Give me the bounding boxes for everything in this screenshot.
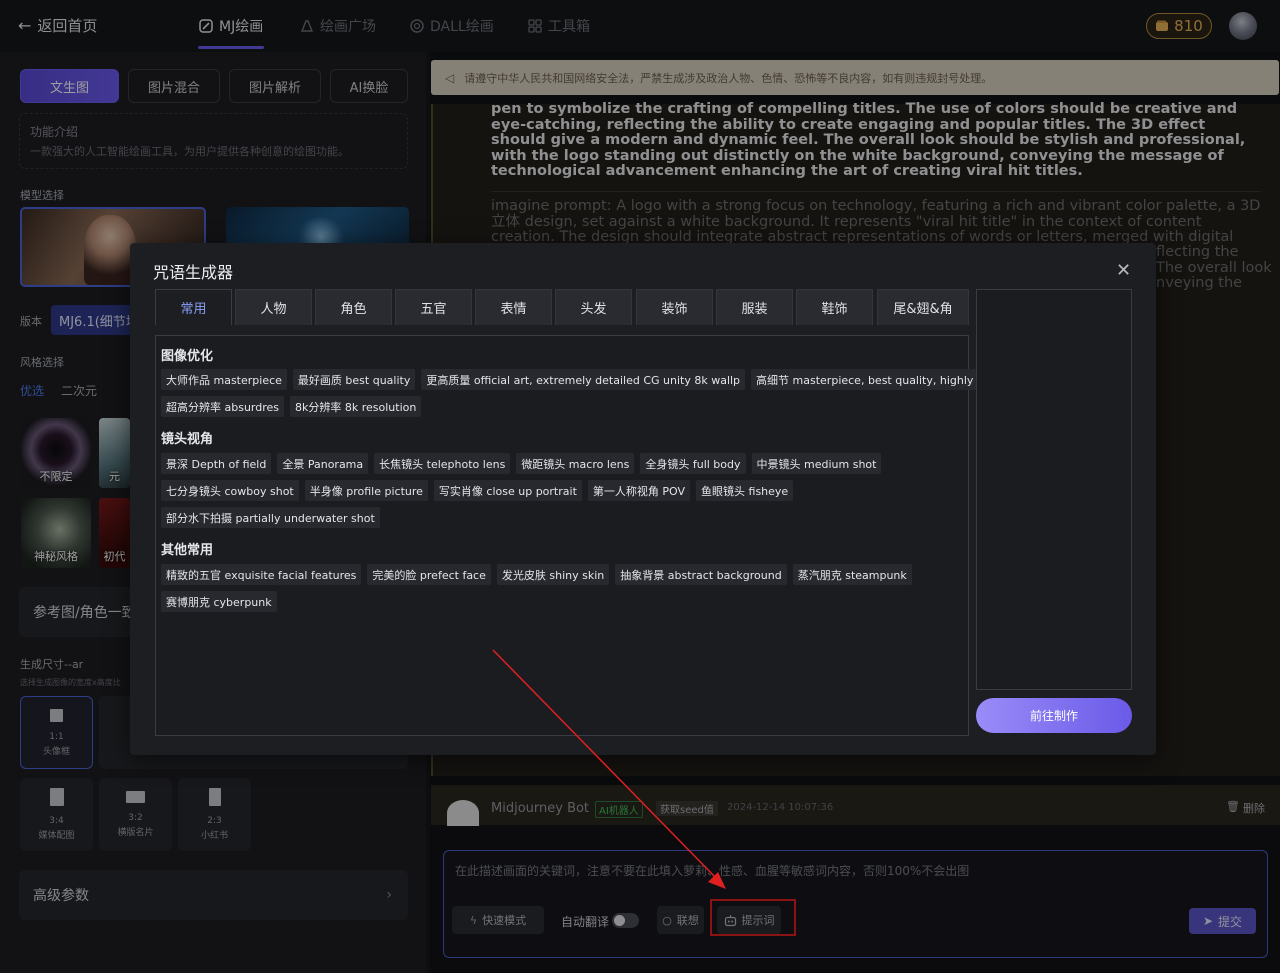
prompt-tag[interactable]: 大师作品 masterpiece — [161, 369, 287, 390]
category-tab[interactable]: 尾&翅&角 — [877, 289, 969, 325]
prompt-tag[interactable]: 中景镜头 medium shot — [751, 453, 882, 474]
modal-title: 咒语生成器 — [153, 263, 234, 282]
prompt-tag[interactable]: 发光皮肤 shiny skin — [496, 564, 610, 585]
prompt-tag[interactable]: 8k分辨率 8k resolution — [290, 396, 422, 417]
prompt-tag[interactable]: 完美的脸 prefect face — [367, 564, 491, 585]
category-tab[interactable]: 鞋饰 — [796, 289, 873, 325]
tag-row: 赛博朋克 cyberpunk — [161, 591, 277, 612]
category-tab[interactable]: 服装 — [716, 289, 793, 325]
tag-row: 超高分辨率 absurdres 8k分辨率 8k resolution — [161, 396, 422, 417]
prompt-tag[interactable]: 更高质量 official art, extremely detailed CG… — [421, 369, 746, 390]
category-tab[interactable]: 人物 — [235, 289, 312, 325]
prompt-tag[interactable]: 半身像 profile picture — [304, 480, 428, 501]
prompt-tag[interactable]: 写实肖像 close up portrait — [433, 480, 582, 501]
section-title: 其他常用 — [161, 543, 214, 558]
prompt-tag[interactable]: 微距镜头 macro lens — [516, 453, 635, 474]
category-tab[interactable]: 角色 — [315, 289, 392, 325]
tag-row: 七分身镜头 cowboy shot 半身像 profile picture 写实肖像… — [161, 480, 794, 501]
prompt-tag[interactable]: 抽象背景 abstract background — [615, 564, 787, 585]
prompt-tag[interactable]: 景深 Depth of field — [161, 453, 272, 474]
tag-row: 大师作品 masterpiece 最好画质 best quality 更高质量 of… — [161, 369, 1027, 390]
prompt-tag[interactable]: 最好画质 best quality — [292, 369, 416, 390]
category-tab[interactable]: 头发 — [555, 289, 632, 325]
close-icon[interactable]: ✕ — [1116, 260, 1131, 281]
tag-row: 景深 Depth of field 全景 Panorama 长焦镜头 telepho… — [161, 453, 882, 474]
prompt-tag[interactable]: 全景 Panorama — [277, 453, 369, 474]
prompt-tag[interactable]: 部分水下拍摄 partially underwater shot — [161, 507, 380, 528]
prompt-tag[interactable]: 赛博朋克 cyberpunk — [161, 591, 277, 612]
category-tab[interactable]: 表情 — [475, 289, 552, 325]
tag-row: 精致的五官 exquisite facial features 完美的脸 pref… — [161, 564, 912, 585]
prompt-tag[interactable]: 鱼眼镜头 fisheye — [696, 480, 794, 501]
category-tab[interactable]: 装饰 — [636, 289, 713, 325]
category-tab[interactable]: 五官 — [395, 289, 472, 325]
prompt-preview-box[interactable] — [976, 289, 1132, 690]
prompt-tag[interactable]: 七分身镜头 cowboy shot — [161, 480, 299, 501]
prompt-tag[interactable]: 长焦镜头 telephoto lens — [374, 453, 511, 474]
section-title: 图像优化 — [161, 349, 214, 364]
prompt-tag[interactable]: 精致的五官 exquisite facial features — [161, 564, 362, 585]
category-tab[interactable]: 常用 — [155, 289, 232, 325]
prompt-tag[interactable]: 第一人称视角 POV — [587, 480, 691, 501]
tag-row: 部分水下拍摄 partially underwater shot — [161, 507, 380, 528]
go-create-button[interactable]: 前往制作 — [976, 698, 1132, 733]
prompt-tag[interactable]: 超高分辨率 absurdres — [161, 396, 285, 417]
prompt-tag[interactable]: 全身镜头 full body — [640, 453, 746, 474]
section-title: 镜头视角 — [161, 432, 214, 447]
prompt-tag[interactable]: 蒸汽朋克 steampunk — [792, 564, 912, 585]
